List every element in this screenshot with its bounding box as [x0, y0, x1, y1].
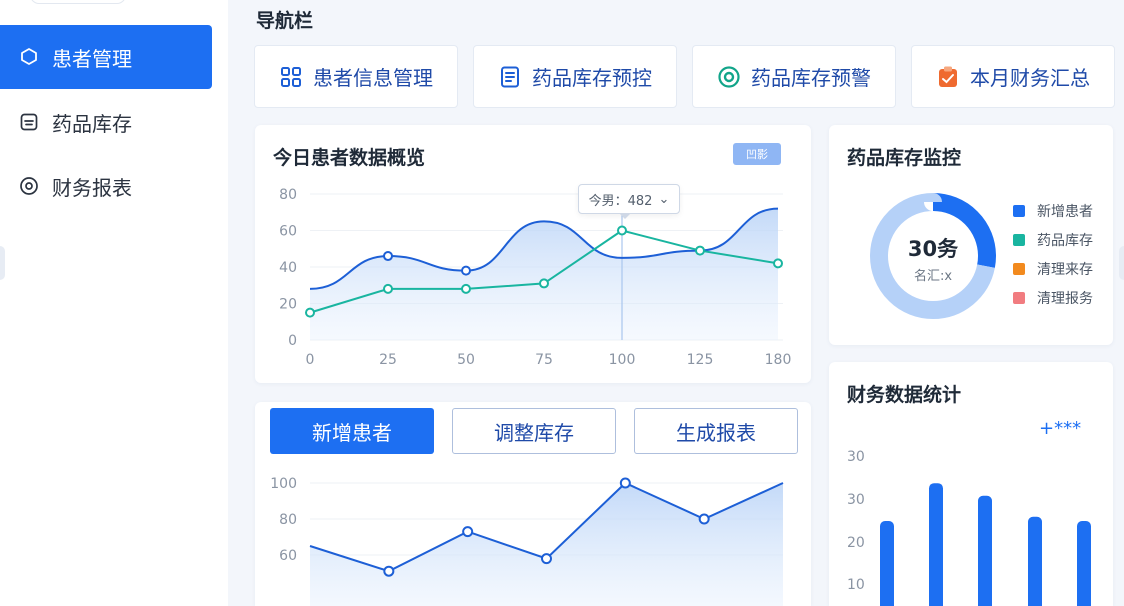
- x-tick-label: 25: [379, 352, 397, 368]
- legend-item[interactable]: 药品库存: [1013, 230, 1093, 250]
- tooltip-pointer: [619, 213, 631, 219]
- donut-value: 30务: [907, 237, 959, 261]
- data-point: [461, 283, 471, 294]
- sidebar-item-label: 财务报表: [52, 175, 132, 200]
- y-tick-label: 80: [279, 187, 297, 203]
- quick-link-label: 患者信息管理: [313, 66, 433, 90]
- x-tick-label: 100: [609, 352, 636, 368]
- donut-label: 名汇:x: [913, 269, 953, 284]
- data-point: [773, 258, 783, 269]
- data-point: [617, 225, 627, 236]
- quick-link-stock-control[interactable]: 药品库存预控: [473, 45, 677, 108]
- legend-swatch: [1013, 292, 1025, 304]
- sidebar-item-label: 药品库存: [52, 111, 132, 136]
- x-tick-label: 180: [765, 352, 792, 368]
- x-tick-label: 125: [687, 352, 714, 368]
- quick-link-label: 药品库存预控: [532, 66, 652, 90]
- finance-bar-chart: 30 30 20 10: [847, 449, 1091, 606]
- patient-overview-card: 今日患者数据概览 凹影 0 20 40 60 80 0 25 50 75 100 125 180 今男…: [255, 125, 811, 383]
- data-point: [541, 553, 552, 565]
- generate-report-button[interactable]: 生成报表: [634, 408, 798, 454]
- page-title: 导航栏: [256, 10, 314, 32]
- y-tick-label: 30: [847, 449, 865, 465]
- quick-link-monthly-finance[interactable]: 本月财务汇总: [911, 45, 1115, 108]
- right-edge-handle[interactable]: [1119, 246, 1124, 280]
- sidebar-item-finance-report[interactable]: 财务报表: [0, 154, 212, 218]
- left-edge-handle[interactable]: [0, 246, 5, 280]
- series-area: [310, 208, 778, 340]
- data-point: [383, 251, 393, 262]
- bar: [1028, 516, 1042, 606]
- document-icon: [498, 65, 522, 89]
- donut-center: 30务 名汇:x: [877, 233, 989, 284]
- legend-item[interactable]: 清理来存: [1013, 259, 1093, 279]
- legend-item[interactable]: 新增患者: [1013, 201, 1093, 221]
- data-point: [539, 278, 549, 289]
- data-point: [462, 526, 474, 538]
- legend-swatch: [1013, 205, 1025, 217]
- y-tick-label: 20: [847, 535, 865, 551]
- target-circle-icon: [18, 175, 40, 197]
- main-content: 导航栏 患者信息管理 药品库存预控 药品库存预警 本月财务汇总 今日患者数据概览…: [228, 0, 1124, 606]
- quick-link-stock-warning[interactable]: 药品库存预警: [692, 45, 896, 108]
- y-tick-label: 80: [279, 512, 297, 528]
- x-tick-label: 50: [457, 352, 475, 368]
- inbox-icon: [18, 111, 40, 133]
- quick-link-label: 本月财务汇总: [970, 66, 1090, 90]
- data-point: [305, 307, 315, 318]
- bar: [929, 483, 943, 606]
- legend-label: 药品库存: [1037, 233, 1093, 249]
- series-area: [310, 483, 783, 606]
- bar: [1077, 521, 1091, 606]
- data-point: [698, 513, 710, 525]
- eye-target-icon: [717, 65, 741, 89]
- chevron-down-icon: ⌄: [658, 191, 670, 207]
- overview-chart: 0 20 40 60 80 0 25 50 75 100 125 180: [279, 187, 792, 368]
- y-tick-label: 20: [279, 297, 297, 313]
- data-point: [695, 245, 705, 256]
- legend-item[interactable]: 清理报务: [1013, 288, 1093, 308]
- quick-link-label: 药品库存预警: [751, 66, 871, 90]
- y-tick-label: 0: [288, 333, 297, 349]
- legend-label: 新增患者: [1037, 204, 1093, 220]
- tooltip-text: 今男：482: [588, 193, 653, 209]
- data-point: [383, 283, 393, 294]
- y-tick-label: 10: [847, 577, 865, 593]
- chat-bubble-icon: [18, 46, 40, 68]
- data-point: [619, 477, 631, 489]
- y-tick-label: 40: [279, 260, 297, 276]
- grid-icon: [279, 65, 303, 89]
- x-tick-label: 0: [306, 352, 315, 368]
- y-tick-label: 60: [279, 548, 297, 564]
- data-point: [461, 265, 471, 276]
- finance-stats-card: 财务数据统计 +*** 30 30 20 10: [829, 362, 1113, 606]
- chart-tooltip: 今男：482 ⌄: [578, 184, 680, 214]
- x-tick-label: 75: [535, 352, 553, 368]
- y-tick-label: 60: [279, 224, 297, 240]
- sidebar-item-drug-stock[interactable]: 药品库存: [0, 90, 212, 154]
- data-point: [383, 565, 395, 577]
- y-tick-label: 100: [270, 476, 297, 492]
- y-tick-label: 30: [847, 492, 865, 508]
- quick-link-patient-info[interactable]: 患者信息管理: [254, 45, 458, 108]
- clipboard-icon: [936, 65, 960, 89]
- legend-swatch: [1013, 234, 1025, 246]
- sidebar-item-label: 患者管理: [52, 46, 132, 71]
- legend-swatch: [1013, 263, 1025, 275]
- sidebar-item-patient-management[interactable]: 患者管理: [0, 25, 212, 89]
- sidebar-top-element: [30, 0, 126, 4]
- bar: [880, 521, 894, 606]
- legend-label: 清理报务: [1037, 291, 1093, 307]
- bar: [978, 495, 992, 606]
- legend-label: 清理来存: [1037, 262, 1093, 278]
- add-patient-button[interactable]: 新增患者: [270, 408, 434, 454]
- stock-monitor-card: 药品库存监控 30务 名汇:x 新增患者 药品库存 清理来存 清理报务: [829, 125, 1113, 345]
- adjust-stock-button[interactable]: 调整库存: [452, 408, 616, 454]
- sidebar: 患者管理 药品库存 财务报表: [0, 0, 228, 606]
